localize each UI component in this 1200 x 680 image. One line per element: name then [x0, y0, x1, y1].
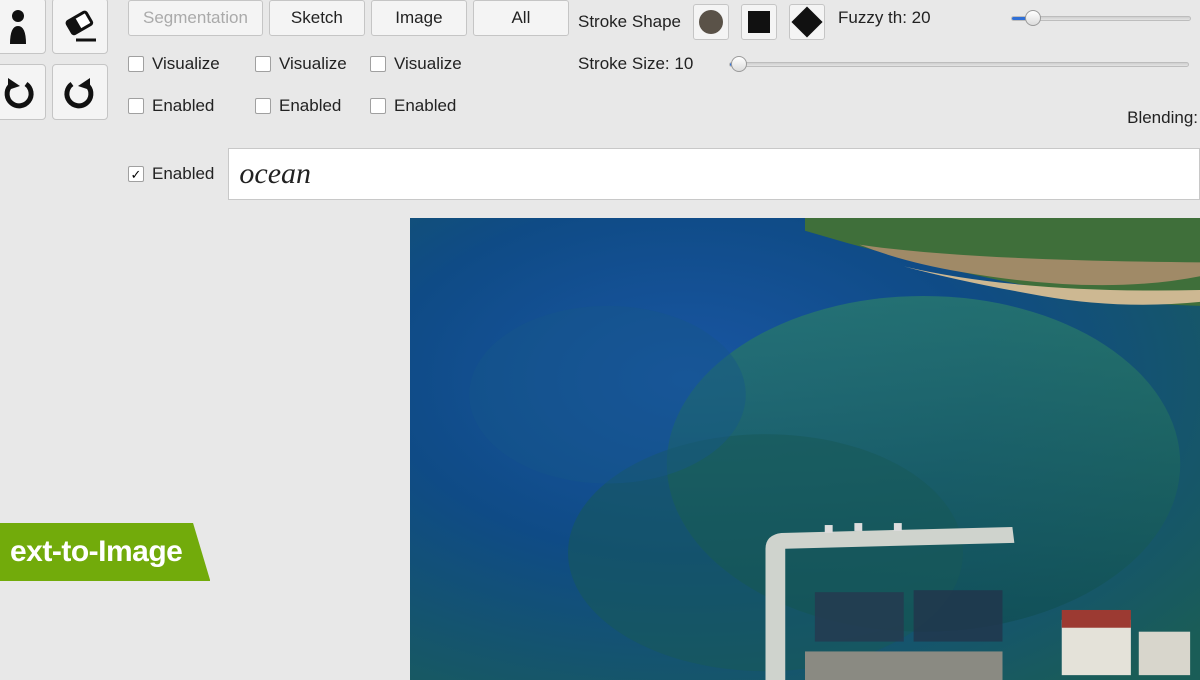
checkbox-icon: [370, 98, 386, 114]
checkbox-icon: [370, 56, 386, 72]
checkbox-label: Enabled: [152, 164, 214, 184]
checkbox-grid: Visualize Enabled Visualize Enabled Visu…: [128, 54, 470, 116]
checkbox-label: Enabled: [279, 96, 341, 116]
eraser-icon: [60, 6, 100, 46]
sketch-button[interactable]: Sketch: [269, 0, 365, 36]
fuzzy-threshold-slider[interactable]: [1011, 16, 1191, 21]
checkbox-icon: [255, 56, 271, 72]
blending-label: Blending:: [1127, 108, 1198, 128]
redo-icon: [60, 72, 100, 112]
checkbox-icon: [255, 98, 271, 114]
segmentation-button[interactable]: Segmentation: [128, 0, 263, 36]
stroke-size-label: Stroke Size: 10: [578, 54, 693, 74]
checkbox-label: Visualize: [152, 54, 220, 74]
undo-icon: [0, 72, 38, 112]
stroke-shape-square-button[interactable]: [741, 4, 777, 40]
stroke-shape-label: Stroke Shape: [578, 12, 681, 32]
visualize-checkbox-sketch[interactable]: Visualize: [255, 54, 370, 74]
enabled-checkbox-segmentation[interactable]: Enabled: [128, 96, 243, 116]
checkbox-label: Enabled: [152, 96, 214, 116]
text-prompt-row: ✓ Enabled: [128, 148, 1200, 200]
stroke-shape-diamond-button[interactable]: [789, 4, 825, 40]
checkbox-label: Visualize: [394, 54, 462, 74]
enabled-checkbox-image[interactable]: Enabled: [370, 96, 470, 116]
text-to-image-banner: ext-to-Image: [0, 523, 210, 581]
text-prompt-input[interactable]: [228, 148, 1200, 200]
person-tool-button[interactable]: [0, 0, 46, 54]
stroke-size-row: Stroke Size: 10: [578, 54, 1189, 74]
fuzzy-threshold-row: Fuzzy th: 20: [838, 8, 1191, 28]
checkbox-label: Enabled: [394, 96, 456, 116]
enabled-checkbox-sketch[interactable]: Enabled: [255, 96, 370, 116]
all-button[interactable]: All: [473, 0, 569, 36]
image-button[interactable]: Image: [371, 0, 467, 36]
checkbox-icon: [128, 98, 144, 114]
checkbox-icon: [128, 56, 144, 72]
tool-palette: [0, 0, 108, 120]
fuzzy-threshold-label: Fuzzy th: 20: [838, 8, 931, 28]
checkbox-icon-checked: ✓: [128, 166, 144, 182]
eraser-tool-button[interactable]: [52, 0, 108, 54]
visualize-checkbox-image[interactable]: Visualize: [370, 54, 470, 74]
undo-tool-button[interactable]: [0, 64, 46, 120]
diamond-icon: [791, 6, 822, 37]
visualize-checkbox-segmentation[interactable]: Visualize: [128, 54, 243, 74]
person-icon: [0, 6, 38, 46]
mode-button-row: Segmentation Sketch Image All: [128, 0, 569, 36]
canvas-image[interactable]: [410, 218, 1200, 680]
stroke-shape-row: Stroke Shape: [578, 4, 825, 40]
redo-tool-button[interactable]: [52, 64, 108, 120]
checkbox-label: Visualize: [279, 54, 347, 74]
stroke-shape-circle-button[interactable]: [693, 4, 729, 40]
ocean-image-icon: [410, 218, 1200, 680]
stroke-size-slider[interactable]: [729, 62, 1189, 67]
text-prompt-enabled-checkbox[interactable]: ✓ Enabled: [128, 164, 214, 184]
circle-icon: [699, 10, 723, 34]
square-icon: [748, 11, 770, 33]
